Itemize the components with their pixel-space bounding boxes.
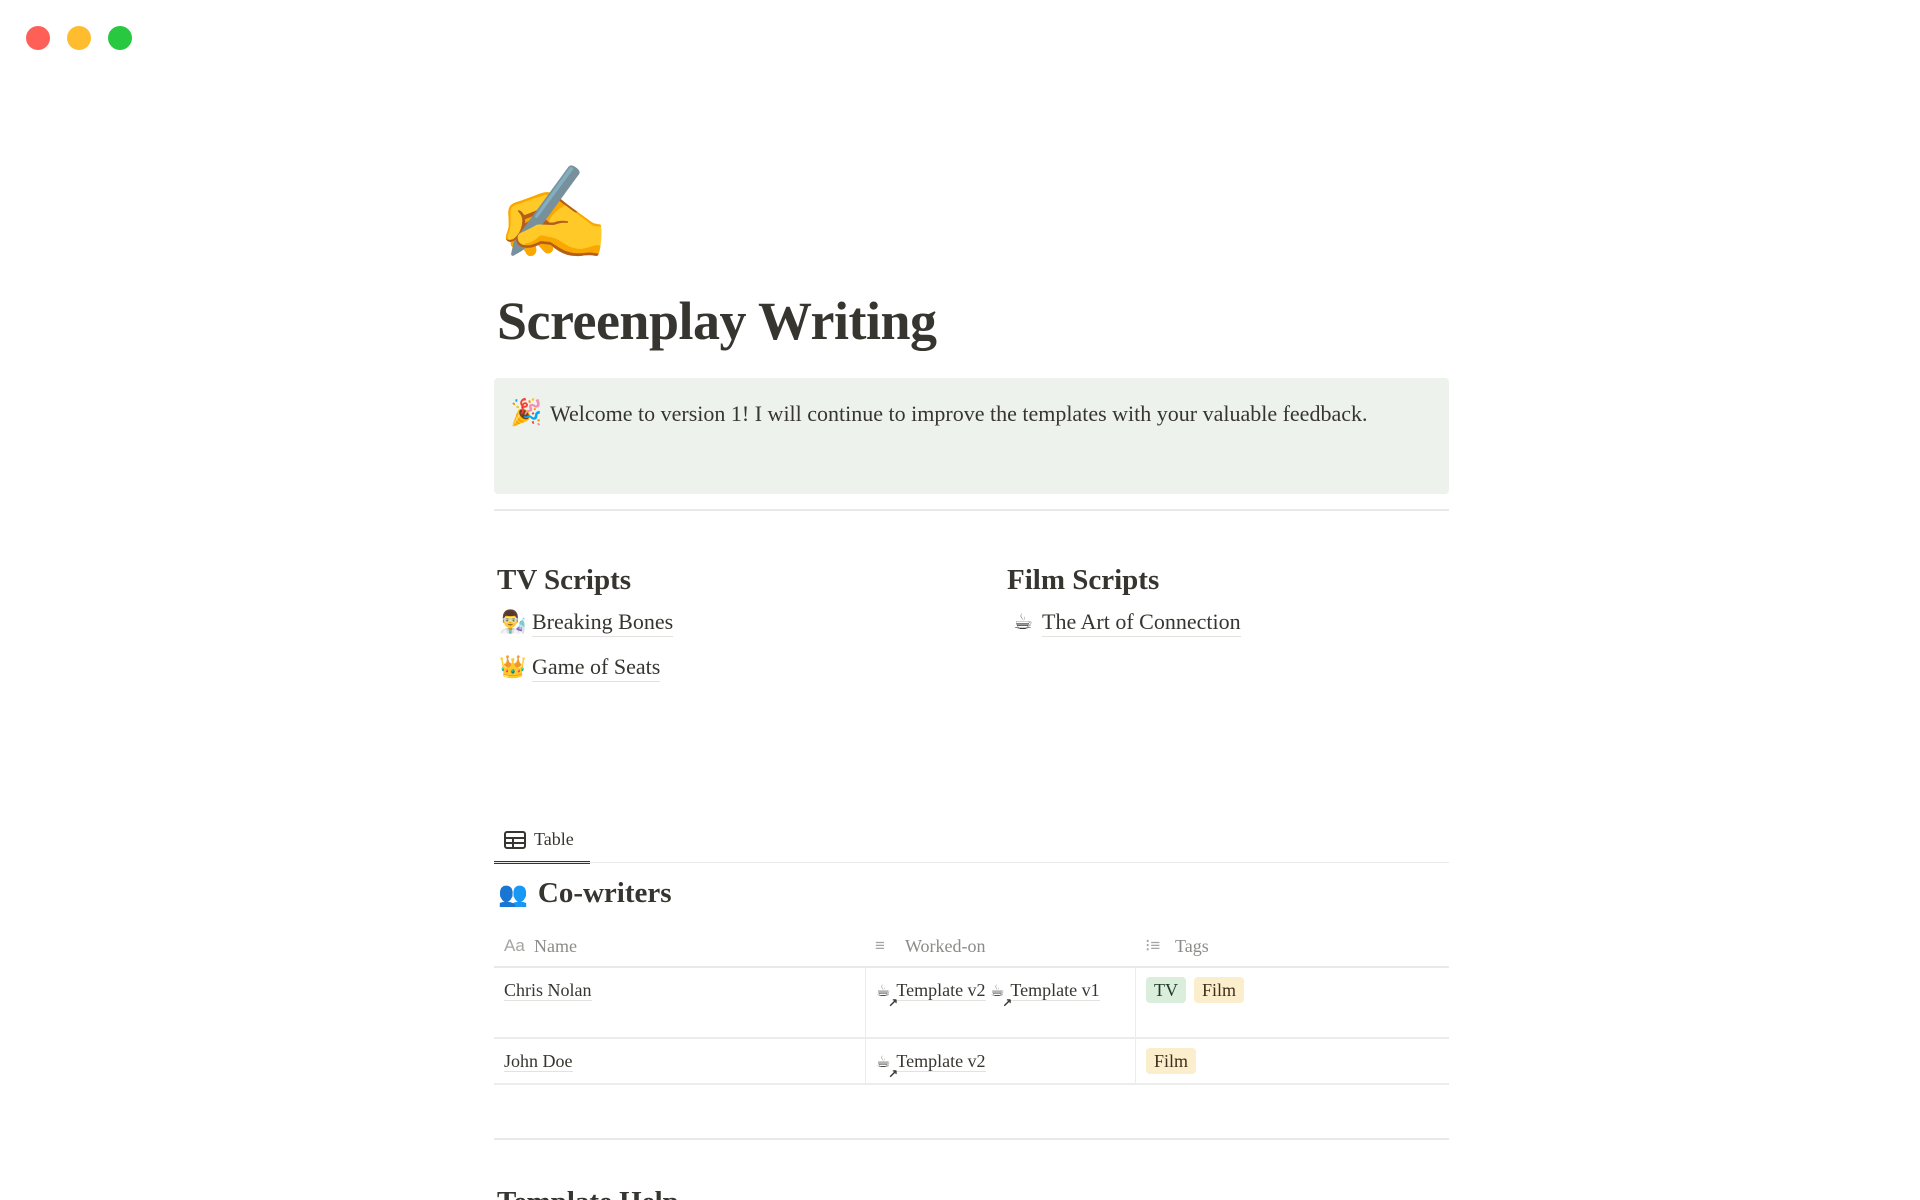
column-header-worked-on[interactable]: ≡ Worked-on [865,926,1135,966]
tag-tv: TV [1146,977,1186,1003]
column-header-label: Name [534,935,577,956]
writing-hand-icon[interactable]: ✍️ [496,168,611,260]
table-icon [504,830,526,849]
page-link-game-of-seats[interactable]: 👑 Game of Seats [494,645,673,690]
link-arrow-icon: ↗ [1002,996,1013,1010]
crown-icon: 👑 [499,655,527,680]
coffee-icon: ☕ ↗ [876,981,898,1010]
page-title[interactable]: Screenplay Writing [497,290,937,352]
coffee-icon: ☕ ↗ [990,981,1012,1010]
worked-on-cell[interactable]: ☕ ↗ Template v2 ☕ ↗ Template v1 [865,968,1135,1037]
link-arrow-icon: ↗ [888,1067,899,1081]
table-header: Aa Name ≡ Worked-on ⁝≡ Tags [494,926,1449,968]
tab-table-view[interactable]: Table [494,818,590,864]
table-row[interactable]: John Doe ☕ ↗ Template v2 Film [494,1039,1449,1085]
page-link-label[interactable]: The Art of Connection [1042,608,1241,637]
people-icon: 👥 [498,879,528,908]
database-title-text[interactable]: Co-writers [538,877,672,910]
name-cell[interactable]: John Doe [494,1039,865,1083]
page-link-art-of-connection[interactable]: ☕ The Art of Connection [1004,600,1241,645]
multi-select-property-icon: ⁝≡ [1145,936,1161,955]
coffee-icon: ☕ [1013,610,1033,635]
tags-cell[interactable]: Film [1135,1039,1449,1083]
co-writers-table: Aa Name ≡ Worked-on ⁝≡ Tags Chris Nolan … [494,926,1449,1085]
tv-scripts-column: TV Scripts 👨‍🔬 Breaking Bones 👑 Game of … [494,560,674,690]
name-cell[interactable]: Chris Nolan [494,968,865,1037]
page-link-label[interactable]: Breaking Bones [532,608,674,637]
tag-film: Film [1146,1048,1197,1074]
relation-property-icon: ≡ [875,936,885,955]
relation-link[interactable]: ☕ ↗ Template v1 [990,980,1100,1010]
minimize-window-button[interactable] [67,26,91,50]
row-name[interactable]: John Doe [504,1051,573,1072]
link-arrow-icon: ↗ [888,996,899,1010]
callout-text[interactable]: Welcome to version 1! I will continue to… [550,396,1380,494]
close-window-button[interactable] [26,26,50,50]
tv-scripts-heading: TV Scripts [497,564,632,596]
zoom-window-button[interactable] [108,26,132,50]
window-controls [26,26,132,50]
divider [494,1138,1449,1140]
film-scripts-column: Film Scripts ☕ The Art of Connection [1004,560,1241,645]
row-name[interactable]: Chris Nolan [504,980,592,1001]
page-link-breaking-bones[interactable]: 👨‍🔬 Breaking Bones [494,600,674,645]
template-help-heading: Template Help [497,1182,679,1200]
text-property-icon: Aa [504,936,525,955]
scientist-icon: 👨‍🔬 [499,610,527,635]
tab-label: Table [534,829,574,849]
tag-film: Film [1194,977,1245,1003]
database-title[interactable]: 👥 Co-writers [498,877,672,910]
column-header-label: Worked-on [905,935,986,956]
relation-link[interactable]: ☕ ↗ Template v2 [876,980,986,1010]
column-header-name[interactable]: Aa Name [494,926,865,966]
callout: 🎉 Welcome to version 1! I will continue … [494,378,1449,494]
table-row[interactable]: Chris Nolan ☕ ↗ Template v2 ☕ ↗ Template v1 … [494,968,1449,1039]
worked-on-cell[interactable]: ☕ ↗ Template v2 [865,1039,1135,1083]
page-link-label[interactable]: Game of Seats [532,653,661,682]
tags-cell[interactable]: TV Film [1135,968,1449,1037]
relation-link[interactable]: ☕ ↗ Template v2 [876,1051,986,1081]
column-header-label: Tags [1175,935,1209,956]
party-popper-icon: 🎉 [510,398,543,428]
divider [494,509,1449,511]
film-scripts-heading: Film Scripts [1007,564,1160,596]
tab-divider [494,862,1449,863]
coffee-icon: ☕ ↗ [876,1052,898,1081]
column-header-tags[interactable]: ⁝≡ Tags [1135,926,1449,966]
